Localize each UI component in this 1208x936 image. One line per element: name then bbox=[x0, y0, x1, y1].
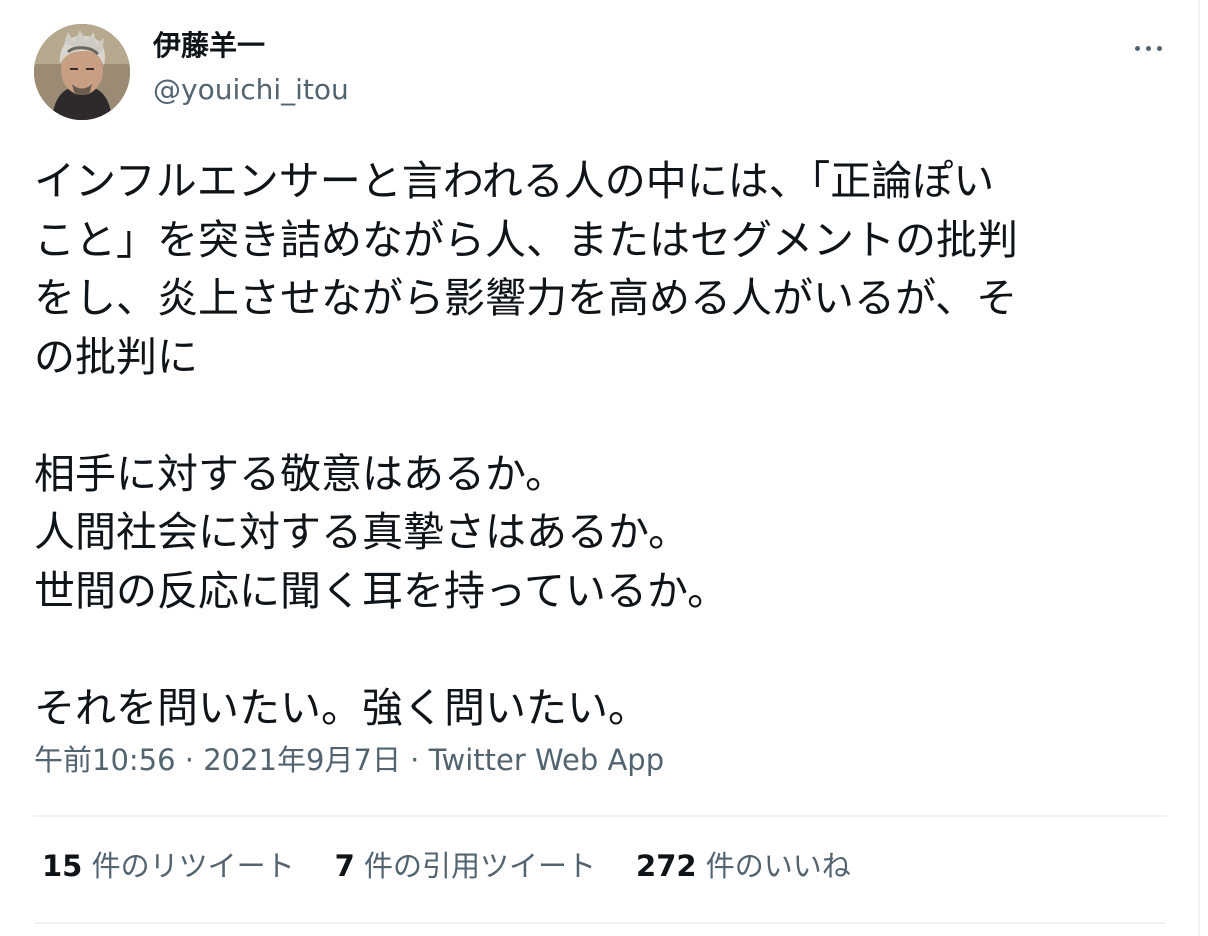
more-options-icon bbox=[1134, 45, 1140, 51]
tweet-text-line: それを問いたい。強く問いたい。 bbox=[34, 683, 649, 732]
tweet-text-line: をし、炎上させながら影響力を高める人がいるが、そ bbox=[34, 274, 1018, 322]
retweets-label: 件のリツイート bbox=[91, 849, 295, 883]
retweets-stat[interactable]: 15 件のリツイート bbox=[42, 846, 295, 886]
divider bbox=[34, 815, 1166, 817]
author-avatar[interactable] bbox=[34, 24, 130, 120]
more-options-icon-dot bbox=[1156, 45, 1162, 51]
avatar-photo bbox=[34, 24, 130, 120]
divider bbox=[34, 922, 1166, 924]
tweet-stats: 15 件のリツイート 7 件の引用ツイート 272 件のいいね bbox=[42, 846, 891, 886]
tweet-text: インフルエンサーと言われる人の中には、「正論ぽい こと」を突き詰めながら人、また… bbox=[34, 152, 1164, 737]
meta-separator: · bbox=[175, 743, 204, 777]
column-border bbox=[1198, 0, 1200, 936]
tweet-text-line: の批判に bbox=[34, 332, 198, 381]
quotes-stat[interactable]: 7 件の引用ツイート bbox=[335, 846, 596, 886]
tweet-text-line: 世間の反応に聞く耳を持っているか。 bbox=[34, 566, 729, 615]
tweet-date[interactable]: 2021年9月7日 bbox=[203, 743, 401, 777]
likes-count: 272 bbox=[636, 849, 697, 883]
tweet-text-line: こと」を突き詰めながら人、またはセグメントの批判 bbox=[34, 215, 1018, 264]
tweet-time[interactable]: 午前10:56 bbox=[34, 743, 176, 777]
likes-stat[interactable]: 272 件のいいね bbox=[636, 846, 851, 886]
meta-separator: · bbox=[400, 743, 429, 777]
author-handle[interactable]: @youichi_itou bbox=[153, 72, 349, 108]
more-options-icon-dot bbox=[1145, 45, 1151, 51]
author-display-name[interactable]: 伊藤羊一 bbox=[153, 28, 265, 64]
tweet-source[interactable]: Twitter Web App bbox=[429, 743, 665, 777]
retweets-count: 15 bbox=[42, 849, 83, 883]
likes-label: 件のいいね bbox=[705, 849, 851, 883]
tweet-meta: 午前10:56 · 2021年9月7日 · Twitter Web App bbox=[34, 740, 664, 780]
tweet-text-line: インフルエンサーと言われる人の中には、「正論ぽい bbox=[34, 157, 995, 205]
quotes-label: 件の引用ツイート bbox=[364, 849, 597, 883]
tweet-detail: 伊藤羊一 @youichi_itou インフルエンサーと言われる人の中には、「正… bbox=[0, 0, 1198, 936]
tweet-text-line: 人間社会に対する真摯さはあるか。 bbox=[34, 508, 690, 556]
quotes-count: 7 bbox=[334, 849, 355, 883]
tweet-text-line: 相手に対する敬意はあるか。 bbox=[34, 449, 567, 498]
more-options-button[interactable] bbox=[1120, 28, 1176, 68]
